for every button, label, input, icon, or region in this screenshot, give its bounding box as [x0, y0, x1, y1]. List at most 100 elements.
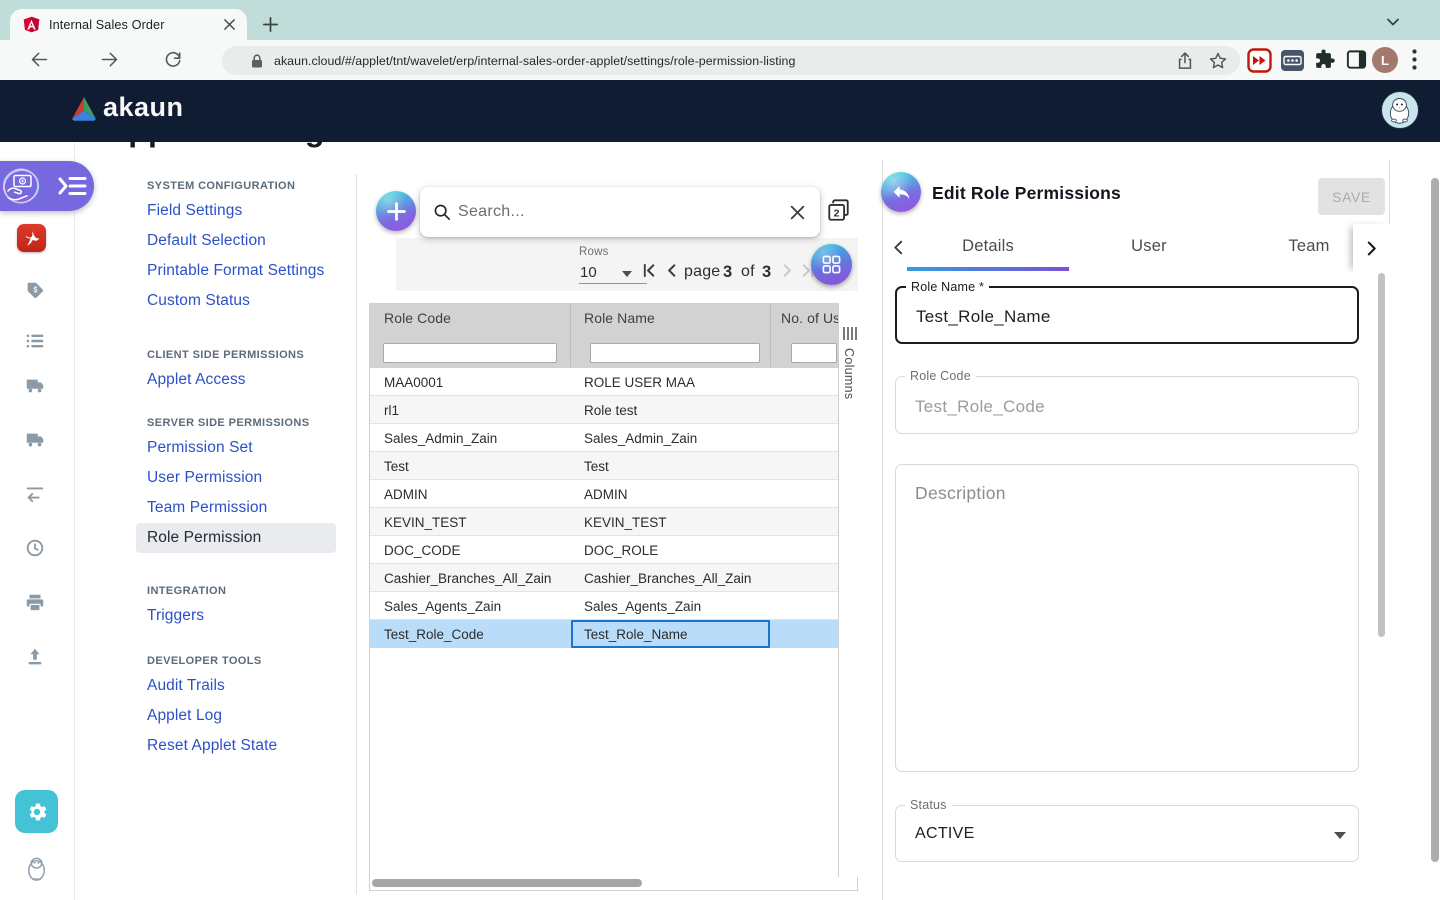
sidebar-item-user-permission[interactable]: User Permission — [136, 463, 336, 493]
sidebar-item-field-settings[interactable]: Field Settings — [136, 196, 336, 226]
first-page-icon[interactable] — [641, 262, 658, 279]
reload-button[interactable] — [163, 49, 185, 71]
bookmark-star-icon[interactable] — [1208, 51, 1228, 71]
page-scrollbar-thumb[interactable] — [1431, 178, 1439, 862]
panel-scrollbar-thumb[interactable] — [1378, 273, 1385, 637]
back-to-list-button[interactable] — [881, 172, 921, 212]
upload-icon[interactable] — [24, 646, 46, 668]
save-button[interactable]: SAVE — [1318, 178, 1385, 215]
cell-role-code[interactable]: Cashier_Branches_All_Zain — [384, 564, 569, 592]
table-row[interactable]: ADMIN ADMIN — [370, 480, 857, 508]
browser-tab[interactable]: Internal Sales Order — [10, 9, 247, 40]
address-bar[interactable]: akaun.cloud/#/applet/tnt/wavelet/erp/int… — [222, 46, 1240, 75]
table-row[interactable]: Test_Role_Code Test_Role_Name — [370, 620, 857, 648]
forward-button[interactable] — [99, 49, 121, 71]
tab-close-icon[interactable] — [221, 17, 237, 33]
cell-role-code[interactable]: Sales_Agents_Zain — [384, 592, 569, 620]
sidebar-item-printable-format-settings[interactable]: Printable Format Settings — [136, 256, 336, 286]
cell-role-name[interactable]: Role test — [584, 396, 769, 424]
grid-view-button[interactable] — [811, 244, 852, 285]
share-icon[interactable] — [1175, 51, 1195, 71]
price-tag-icon[interactable] — [24, 280, 46, 302]
search-input[interactable]: Search... — [458, 203, 789, 221]
user-avatar[interactable] — [1381, 91, 1419, 129]
column-header[interactable]: Role Code — [384, 303, 564, 332]
cell-role-name[interactable]: Test — [584, 452, 769, 480]
cell-role-code[interactable]: rl1 — [384, 396, 569, 424]
truck-icon-2[interactable] — [24, 429, 46, 451]
side-panel-icon[interactable] — [1345, 48, 1368, 76]
table-row[interactable]: MAA0001 ROLE USER MAA — [370, 368, 857, 396]
cell-role-name[interactable]: KEVIN_TEST — [584, 508, 769, 536]
brand-logo[interactable]: akaun — [70, 94, 184, 123]
filter-input-role-code[interactable] — [383, 343, 557, 363]
sidebar-item-role-permission[interactable]: Role Permission — [136, 523, 336, 553]
table-row[interactable]: Cashier_Branches_All_Zain Cashier_Branche… — [370, 564, 857, 592]
table-row[interactable]: Sales_Admin_Zain Sales_Admin_Zain — [370, 424, 857, 452]
rows-per-page-select[interactable]: 10 — [579, 262, 647, 284]
add-role-button[interactable] — [376, 191, 416, 231]
table-row[interactable]: KEVIN_TEST KEVIN_TEST — [370, 508, 857, 536]
role-name-field[interactable]: Role Name * Test_Role_Name — [895, 286, 1359, 344]
column-header[interactable]: No. of Us — [781, 303, 838, 332]
cell-role-code[interactable]: Test — [384, 452, 569, 480]
cell-role-name[interactable]: ADMIN — [584, 480, 769, 508]
extension-password-icon[interactable] — [1280, 48, 1305, 78]
cell-role-code[interactable]: Sales_Admin_Zain — [384, 424, 569, 452]
next-page-icon[interactable] — [779, 262, 796, 279]
cell-role-code[interactable]: MAA0001 — [384, 368, 569, 396]
description-field[interactable]: Description — [895, 464, 1359, 772]
cell-role-code[interactable]: DOC_CODE — [384, 536, 569, 564]
columns-side-tab[interactable]: Columns — [838, 303, 858, 877]
clear-search-icon[interactable] — [789, 204, 806, 221]
cell-role-name[interactable]: Sales_Agents_Zain — [584, 592, 769, 620]
browser-profile-avatar[interactable]: L — [1372, 47, 1398, 73]
truck-icon[interactable] — [24, 375, 46, 397]
sidebar-item-default-selection[interactable]: Default Selection — [136, 226, 336, 256]
cell-role-code[interactable]: Test_Role_Code — [384, 620, 569, 648]
sidebar-item-custom-status[interactable]: Custom Status — [136, 286, 336, 316]
tab-strip-chevron-icon[interactable] — [1385, 14, 1401, 30]
extensions-puzzle-icon[interactable] — [1313, 48, 1336, 76]
filter-input-users[interactable] — [791, 343, 837, 363]
prev-page-icon[interactable] — [663, 262, 680, 279]
sidebar-item-permission-set[interactable]: Permission Set — [136, 433, 336, 463]
red-app-icon[interactable] — [17, 224, 46, 252]
cell-role-code[interactable]: ADMIN — [384, 480, 569, 508]
horizontal-scrollbar-thumb[interactable] — [372, 879, 642, 887]
filter-input-role-name[interactable] — [590, 343, 760, 363]
settings-gear-button[interactable] — [15, 790, 58, 833]
table-row[interactable]: DOC_CODE DOC_ROLE — [370, 536, 857, 564]
detail-tab-details[interactable]: Details — [907, 224, 1069, 268]
return-arrow-icon[interactable] — [24, 482, 46, 504]
cell-role-name[interactable]: Sales_Admin_Zain — [584, 424, 769, 452]
sidebar-item-reset-applet-state[interactable]: Reset Applet State — [136, 731, 336, 761]
new-tab-button[interactable] — [261, 15, 280, 34]
sidebar-item-applet-access[interactable]: Applet Access — [136, 365, 336, 395]
sidebar-item-applet-log[interactable]: Applet Log — [136, 701, 336, 731]
cell-role-name[interactable]: Cashier_Branches_All_Zain — [584, 564, 769, 592]
extension-adblock-icon[interactable] — [1247, 48, 1272, 78]
cell-role-name[interactable]: Test_Role_Name — [584, 620, 769, 648]
sidebar-item-team-permission[interactable]: Team Permission — [136, 493, 336, 523]
floating-extension-widget[interactable] — [0, 161, 94, 211]
printer-icon[interactable] — [24, 592, 46, 614]
tabs-scroll-right-button[interactable] — [1353, 224, 1390, 272]
sidebar-item-audit-trails[interactable]: Audit Trails — [136, 671, 336, 701]
search-bar[interactable]: Search... — [420, 187, 820, 237]
tabs-scroll-left-icon[interactable] — [890, 239, 907, 256]
back-button[interactable] — [29, 49, 51, 71]
panel-scrollbar[interactable] — [1378, 272, 1386, 900]
table-row[interactable]: Test Test — [370, 452, 857, 480]
cell-role-name[interactable]: ROLE USER MAA — [584, 368, 769, 396]
duplicate-list-icon[interactable]: 2 — [826, 198, 851, 223]
table-row[interactable]: rl1 Role test — [370, 396, 857, 424]
cell-role-name[interactable]: DOC_ROLE — [584, 536, 769, 564]
cell-role-code[interactable]: KEVIN_TEST — [384, 508, 569, 536]
status-field[interactable]: Status ACTIVE — [895, 805, 1359, 862]
list-icon[interactable] — [24, 330, 46, 352]
detail-tab-user[interactable]: User — [1069, 224, 1229, 268]
column-header[interactable]: Role Name — [584, 303, 764, 332]
table-row[interactable]: Sales_Agents_Zain Sales_Agents_Zain — [370, 592, 857, 620]
browser-menu-icon[interactable] — [1412, 49, 1422, 71]
